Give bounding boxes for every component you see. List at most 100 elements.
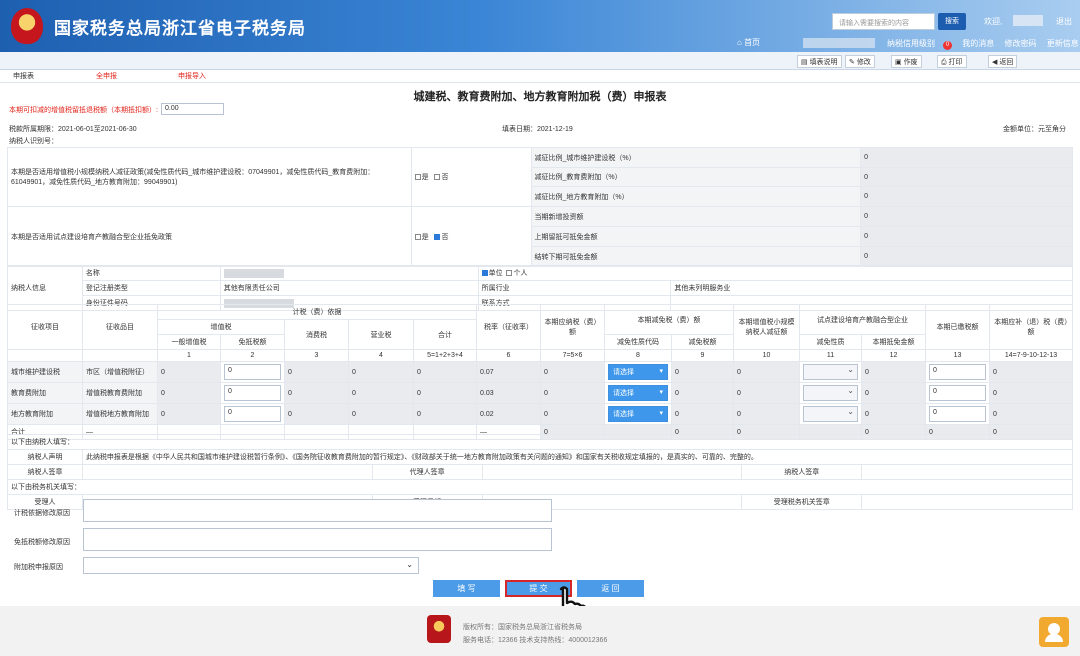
row-total: 0 [413,382,477,404]
pilot-code-select[interactable] [803,406,858,422]
site-title: 国家税务总局浙江省电子税务局 [54,19,306,38]
row-item: 地方教育附加 [7,403,83,425]
row-paid-cell: 0 [925,403,990,425]
paid-input[interactable]: 0 [929,385,986,401]
fill-button[interactable]: 填 写 [433,580,500,597]
paid-input[interactable]: 0 [929,406,986,422]
reduce-code-select[interactable]: 请选择 [608,364,668,380]
pilot-code-select[interactable] [803,385,858,401]
row-vat-exempt-cell: 0 [220,361,285,383]
q2-text: 本期是否适用试点建设培育产教融合型企业抵免政策 [7,206,412,267]
handle-seal-label: 受理税务机关签章 [741,494,863,510]
col-num: 7=5×6 [540,349,605,362]
col-num: 12 [861,349,926,362]
unit-checkbox[interactable] [481,270,488,277]
col-num: 11 [799,349,862,362]
row-reduce-code-cell: 请选择 [604,403,672,425]
welcome-text: 欢迎, [984,17,1003,26]
q1-yes-checkbox[interactable] [414,174,421,181]
vat-exempt-input[interactable]: 0 [224,406,281,422]
info-industry-label: 所属行业 [477,280,672,296]
tab-form[interactable]: 申报表 [13,71,34,81]
home-link[interactable]: ⌂ 首页 [737,37,760,48]
row-vat-exempt-cell: 0 [220,403,285,425]
customer-service-icon[interactable] [1039,617,1069,647]
sign-taxpayer-label: 纳税人签章 [7,464,83,480]
q1-r0-label: 减征比例_城市维护建设税（%） [530,147,862,168]
tab-import[interactable]: 申报导入 [178,71,206,81]
col-num: 6 [476,349,541,362]
col-total: 合计 [413,319,477,350]
row-pilot-amount: 0 [861,403,926,425]
q1-text: 本期是否适用增值税小规模纳税人减征政策(减免性质代码_城市维护建设税：07049… [7,147,412,207]
edit-button[interactable]: ✎ 修改 [845,55,875,68]
row-refund: 0 [989,361,1073,383]
info-type-options: 单位 个人 [477,265,1074,281]
footer-contact: 服务电话：12366 技术支持热线：4000012366 [463,637,608,644]
reduce-code-select[interactable]: 请选择 [608,406,668,422]
sign-agent-label: 代理人签章 [371,464,483,480]
row-pilot-amount: 0 [861,361,926,383]
nav-update[interactable]: 更新信息 [1047,39,1079,48]
row-small: 0 [733,403,800,425]
reason2-textarea[interactable] [83,528,552,551]
row-business: 0 [348,382,414,404]
top-nav: 纳税信用级别 0 我的消息 修改密码 更新信息 [887,38,1080,50]
message-badge: 0 [943,41,952,50]
col-small: 本期增值税小规模纳税人减征额 [733,304,800,350]
q2-no-checkbox[interactable] [434,233,441,240]
help-button[interactable]: ▤ 填表说明 [797,55,842,68]
vat-exempt-input[interactable]: 0 [224,385,281,401]
col-num: 3 [284,349,349,362]
q2-options: 是 否 [410,206,532,267]
row-reduce-code-cell: 请选择 [604,361,672,383]
reason3-select[interactable]: ⌄ [83,557,419,574]
col-subitem: 征收品目 [82,304,158,350]
logout-link[interactable]: 退出 [1056,16,1072,27]
footer-copyright: 版权所有：国家税务总局浙江省税务局 [463,624,582,631]
row-vat-general: 0 [157,403,221,425]
row-business: 0 [348,403,414,425]
tax-emblem-icon [11,8,43,44]
info-reg-type-value: 其他有限责任公司 [219,280,479,296]
row-payable: 0 [540,403,605,425]
table-row: 城市维护建设税 市区（增值税附征） 0 0 0 0 0 0.07 0 请选择 0… [7,361,1073,383]
q2-r2-value: 0 [860,246,1073,267]
q2-r1-label: 上期留抵可抵免金额 [530,226,862,247]
nav-credit[interactable]: 纳税信用级别 [887,39,935,48]
q1-no-checkbox[interactable] [434,174,441,181]
home-icon: ⌂ [737,38,745,47]
row-vat-general: 0 [157,382,221,404]
col-num: 8 [604,349,672,362]
person-checkbox[interactable] [506,270,513,277]
col-vat: 增值税 [157,319,285,335]
declare-text: 此纳税申报表是根据《中华人民共和国城市维护建设税暂行条例》、《国务院征收教育费附… [81,449,1074,465]
row-reduce-amount: 0 [671,403,734,425]
row-total: 0 [413,361,477,383]
q2-yes-checkbox[interactable] [414,233,421,240]
col-item: 征收项目 [7,304,83,350]
sign-taxpayer2-label: 纳税人签章 [741,464,863,480]
reason1-textarea[interactable] [83,499,552,522]
search-input[interactable]: 请输入需要搜索的内容 [832,13,935,30]
nav-messages[interactable]: 我的消息 [962,39,994,48]
reduce-code-select[interactable]: 请选择 [608,385,668,401]
col-refund: 本期应补（退）税（费）额 [989,304,1073,350]
col-num: 2 [220,349,285,362]
tab-full[interactable]: 全申报 [96,71,117,81]
search-button[interactable]: 搜索 [938,13,966,30]
nav-password[interactable]: 修改密码 [1004,39,1036,48]
paid-input[interactable]: 0 [929,364,986,380]
vat-exempt-input[interactable]: 0 [224,364,281,380]
col-pilot-amount: 本期抵免金额 [861,334,926,350]
back-button-top[interactable]: ◀ 返回 [988,55,1018,68]
pilot-code-select[interactable] [803,364,858,380]
unit-label: 单位 [488,270,503,277]
row-pilot-code-cell [799,361,862,383]
amount-unit: 金额单位：元至角分 [1003,126,1066,133]
print-button[interactable]: ⎙ 打印 [937,55,967,68]
col-pilot-code: 减免性质 [799,334,862,350]
void-button[interactable]: ▣ 作废 [891,55,922,68]
deduct-input[interactable]: 0.00 [161,103,224,115]
declare-label: 纳税人声明 [7,449,83,465]
